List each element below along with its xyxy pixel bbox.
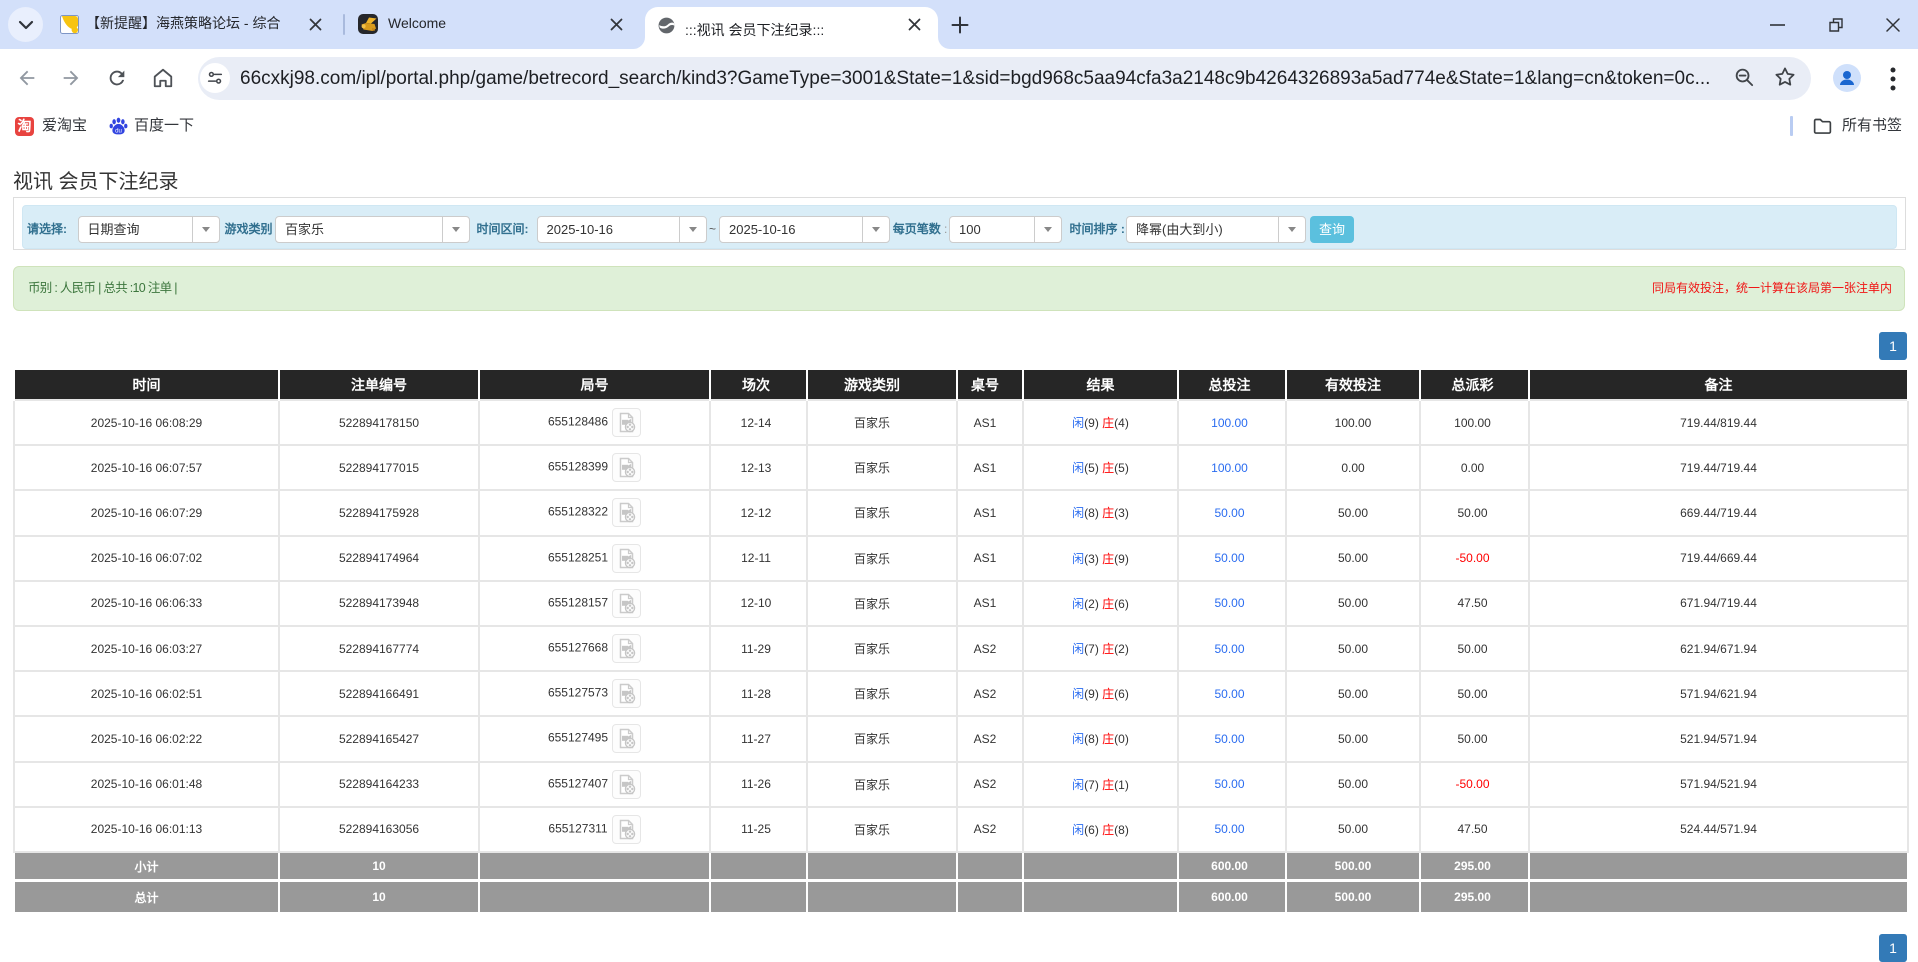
- svg-text:du: du: [115, 128, 122, 135]
